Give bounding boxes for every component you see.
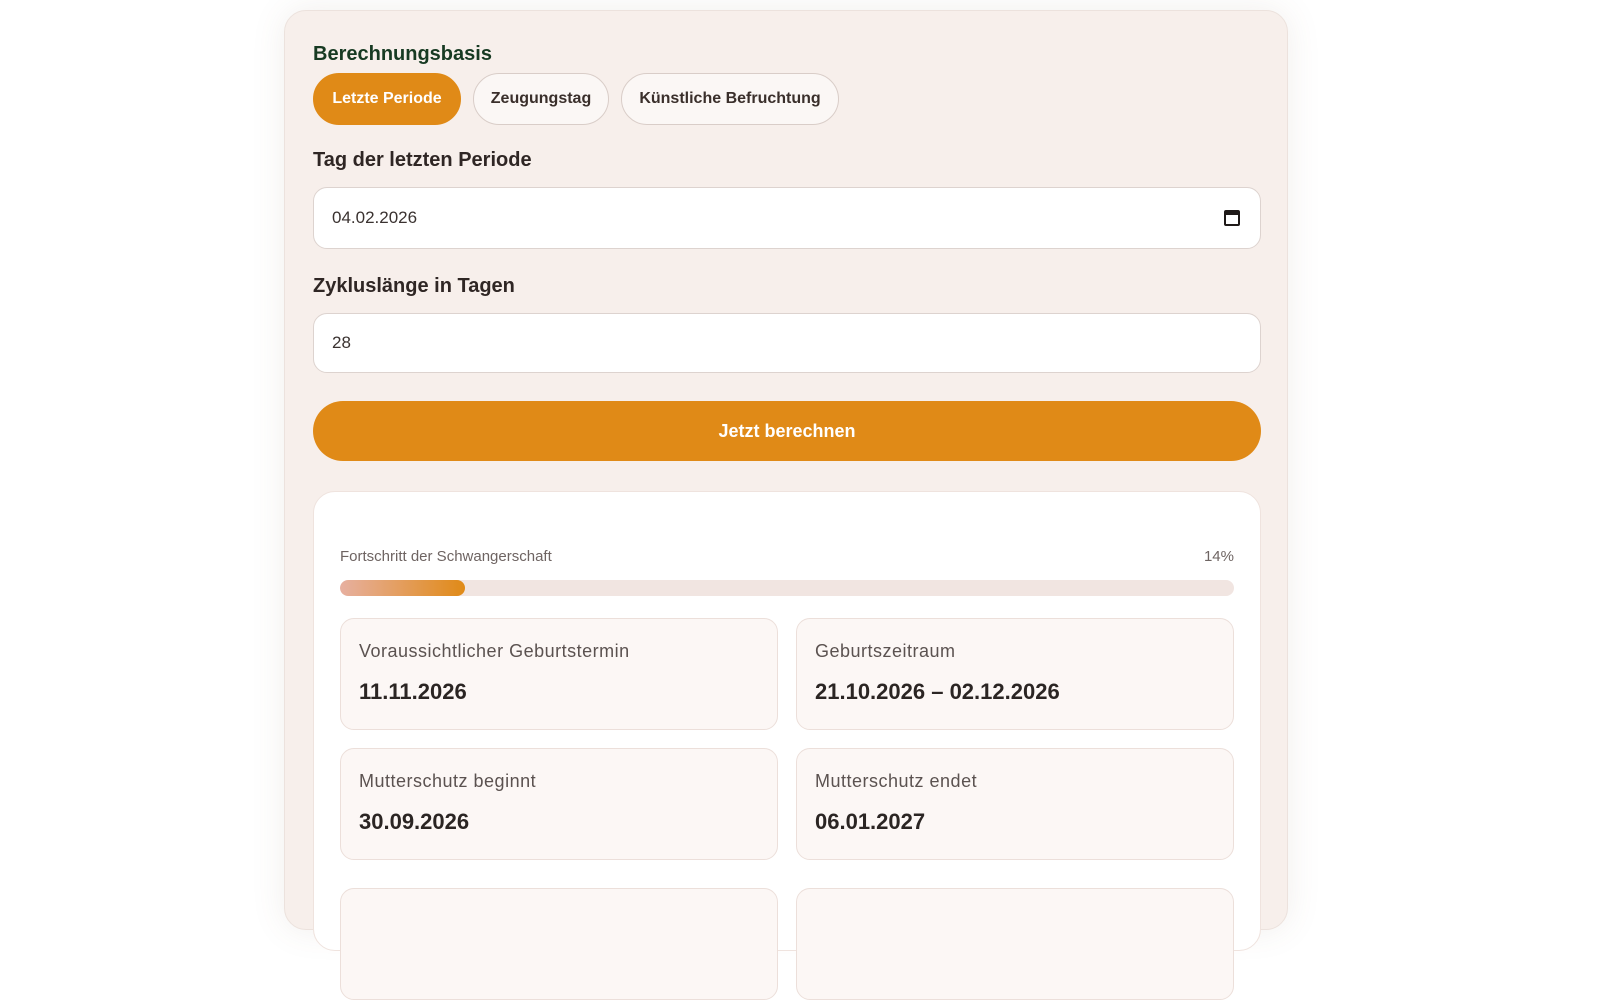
results-panel: Fortschritt der Schwangerschaft 14% Vora… — [313, 491, 1261, 1000]
due-date-tile: Voraussichtlicher Geburtstermin 11.11.20… — [340, 618, 778, 730]
progress-bar-fill — [340, 580, 466, 596]
maternity-leave-start-tile: Mutterschutz beginnt 30.09.2026 — [340, 748, 778, 860]
last-period-value: 04.02.2026 — [332, 208, 418, 227]
maternity-leave-end-tile: Mutterschutz endet 06.01.2027 — [796, 748, 1234, 860]
due-date-value: 11.11.2026 — [359, 679, 467, 704]
due-date-label: Voraussichtlicher Geburtstermin — [359, 641, 630, 661]
calendar-icon[interactable] — [1224, 210, 1240, 226]
cycle-length-input[interactable]: 28 — [313, 313, 1261, 373]
last-period-label: Tag der letzten Periode — [313, 149, 532, 171]
result-tile-partial — [340, 888, 778, 1000]
basis-title: Berechnungsbasis — [313, 43, 492, 65]
maternity-leave-start-value: 30.09.2026 — [359, 809, 470, 834]
last-period-date-input[interactable]: 04.02.2026 — [313, 187, 1261, 249]
progress-value: 14% — [1203, 548, 1234, 565]
birth-window-label: Geburtszeitraum — [815, 641, 956, 661]
maternity-leave-end-label: Mutterschutz endet — [815, 771, 978, 791]
birth-window-tile: Geburtszeitraum 21.10.2026 – 02.12.2026 — [796, 618, 1234, 730]
maternity-leave-start-label: Mutterschutz beginnt — [359, 771, 537, 791]
cycle-length-value: 28 — [332, 333, 351, 352]
basis-option-conception-day[interactable]: Zeugungstag — [473, 73, 609, 125]
progress-bar — [340, 580, 1234, 596]
basis-option-artificial-insemination[interactable]: Künstliche Befruchtung — [621, 73, 839, 125]
cycle-length-label: Zykluslänge in Tagen — [313, 275, 515, 297]
progress-label: Fortschritt der Schwangerschaft — [340, 548, 552, 565]
pregnancy-calculator-card: Berechnungsbasis Letzte Periode Zeugungs… — [284, 10, 1288, 1000]
birth-window-value: 21.10.2026 – 02.12.2026 — [815, 679, 1060, 704]
result-tile-partial — [796, 888, 1234, 1000]
basis-option-last-period[interactable]: Letzte Periode — [313, 73, 461, 125]
maternity-leave-end-value: 06.01.2027 — [815, 809, 926, 834]
calculate-button[interactable]: Jetzt berechnen — [313, 401, 1261, 461]
